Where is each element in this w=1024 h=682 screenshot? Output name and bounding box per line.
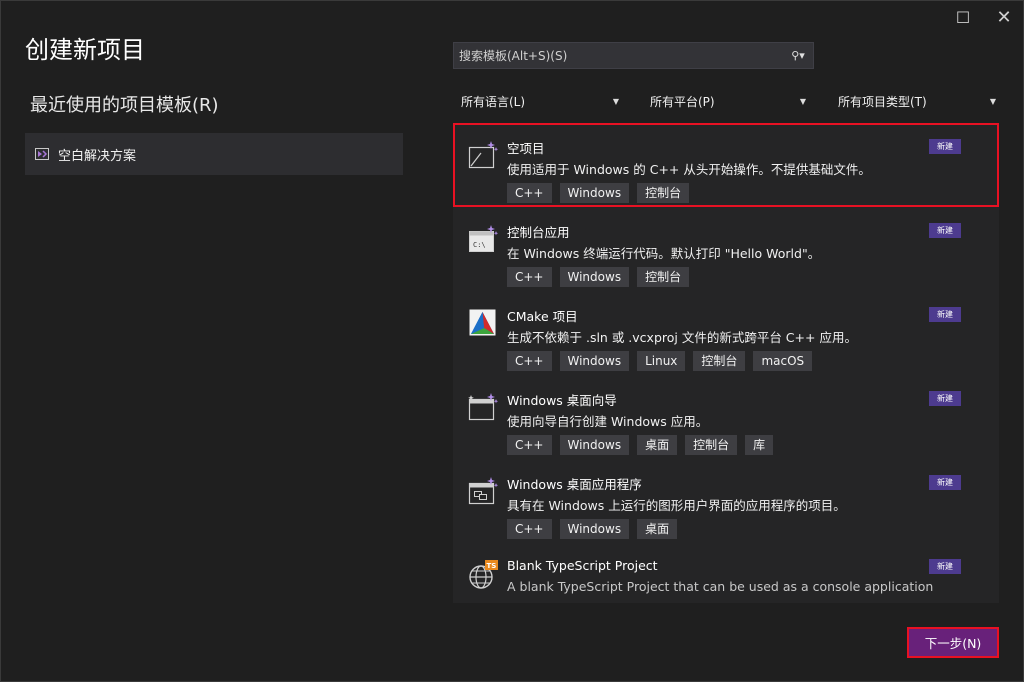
- new-badge: 新建: [929, 391, 961, 406]
- template-tags: C++ Windows 控制台: [507, 183, 690, 203]
- template-item-desktop-wizard[interactable]: Windows 桌面向导 使用向导自行创建 Windows 应用。 C++ Wi…: [453, 375, 999, 459]
- desktop-app-icon: [467, 475, 499, 507]
- tag: 桌面: [637, 435, 678, 455]
- tag: C++: [507, 435, 552, 455]
- tag: C++: [507, 519, 552, 539]
- template-name: Blank TypeScript Project: [507, 558, 658, 573]
- new-badge: 新建: [929, 475, 961, 490]
- template-description: 具有在 Windows 上运行的图形用户界面的应用程序的项目。: [507, 498, 846, 513]
- typescript-project-icon: TS: [467, 559, 499, 591]
- template-tags: C++ Windows 控制台: [507, 267, 690, 287]
- language-filter-label: 所有语言(L): [461, 94, 526, 109]
- template-item-typescript[interactable]: TS Blank TypeScript Project A blank Type…: [453, 543, 999, 603]
- tag: 库: [745, 435, 774, 455]
- tag: Windows: [559, 351, 630, 371]
- template-tags: C++ Windows 桌面 控制台 库: [507, 435, 774, 455]
- next-button-label: 下一步(N): [924, 636, 982, 651]
- template-search: ⚲▾: [453, 42, 814, 69]
- template-item-console-app[interactable]: C:\ 控制台应用 在 Windows 终端运行代码。默认打印 "Hello W…: [453, 207, 999, 291]
- template-item-empty-project[interactable]: 空项目 使用适用于 Windows 的 C++ 从头开始操作。不提供基础文件。 …: [453, 123, 999, 207]
- new-badge: 新建: [929, 307, 961, 322]
- tag: 控制台: [637, 267, 690, 287]
- new-badge: 新建: [929, 223, 961, 238]
- tag: C++: [507, 267, 552, 287]
- page-title: 创建新项目: [25, 36, 145, 64]
- cmake-icon: [467, 307, 499, 339]
- template-name: CMake 项目: [507, 309, 578, 324]
- tag: C++: [507, 183, 552, 203]
- tag: macOS: [753, 351, 813, 371]
- search-input[interactable]: [454, 47, 783, 64]
- project-type-filter-label: 所有项目类型(T): [838, 94, 927, 109]
- template-description: 生成不依赖于 .sln 或 .vcxproj 文件的新式跨平台 C++ 应用。: [507, 330, 857, 345]
- tag: 控制台: [685, 435, 738, 455]
- new-badge: 新建: [929, 559, 961, 574]
- solution-icon: [34, 146, 50, 162]
- template-name: 空项目: [507, 141, 545, 156]
- platform-filter-label: 所有平台(P): [650, 94, 715, 109]
- template-tags: C++ Windows Linux 控制台 macOS: [507, 351, 813, 371]
- tag: Windows: [559, 519, 630, 539]
- tag: Windows: [559, 183, 630, 203]
- tag: 控制台: [637, 183, 690, 203]
- chevron-down-icon: ▼: [612, 96, 619, 106]
- svg-text:C:\: C:\: [473, 241, 486, 249]
- template-description: 使用适用于 Windows 的 C++ 从头开始操作。不提供基础文件。: [507, 162, 871, 177]
- template-list: 空项目 使用适用于 Windows 的 C++ 从头开始操作。不提供基础文件。 …: [453, 123, 999, 603]
- recent-templates-heading: 最近使用的项目模板(R): [30, 95, 219, 116]
- tag: Windows: [559, 267, 630, 287]
- maximize-icon: ☐: [955, 7, 971, 27]
- chevron-down-icon: ▼: [799, 96, 806, 106]
- chevron-down-icon: ▼: [989, 96, 996, 106]
- close-icon: ✕: [996, 6, 1012, 28]
- template-description: 在 Windows 终端运行代码。默认打印 "Hello World"。: [507, 246, 821, 261]
- project-type-filter[interactable]: 所有项目类型(T) ▼: [838, 90, 996, 112]
- empty-project-icon: [467, 139, 499, 171]
- next-button[interactable]: 下一步(N): [907, 627, 999, 658]
- close-button[interactable]: ✕: [988, 6, 1020, 28]
- template-name: Windows 桌面向导: [507, 393, 617, 408]
- platform-filter[interactable]: 所有平台(P) ▼: [650, 90, 806, 112]
- template-description: 使用向导自行创建 Windows 应用。: [507, 414, 709, 429]
- tag: C++: [507, 351, 552, 371]
- maximize-button[interactable]: ☐: [947, 6, 979, 28]
- template-item-desktop-app[interactable]: Windows 桌面应用程序 具有在 Windows 上运行的图形用户界面的应用…: [453, 459, 999, 543]
- template-name: 控制台应用: [507, 225, 570, 240]
- template-name: Windows 桌面应用程序: [507, 477, 642, 492]
- template-tags: C++ Windows 桌面: [507, 519, 678, 539]
- recent-item-blank-solution[interactable]: 空白解决方案: [25, 133, 403, 175]
- search-icon[interactable]: ⚲▾: [783, 49, 813, 62]
- tag: 控制台: [693, 351, 746, 371]
- recent-item-label: 空白解决方案: [58, 148, 137, 164]
- tag: Windows: [559, 435, 630, 455]
- new-badge: 新建: [929, 139, 961, 154]
- tag: 桌面: [637, 519, 678, 539]
- tag: Linux: [637, 351, 686, 371]
- language-filter[interactable]: 所有语言(L) ▼: [461, 90, 619, 112]
- svg-text:TS: TS: [487, 562, 497, 570]
- desktop-wizard-icon: [467, 391, 499, 423]
- template-description: A blank TypeScript Project that can be u…: [507, 579, 934, 594]
- console-app-icon: C:\: [467, 223, 499, 255]
- template-item-cmake[interactable]: CMake 项目 生成不依赖于 .sln 或 .vcxproj 文件的新式跨平台…: [453, 291, 999, 375]
